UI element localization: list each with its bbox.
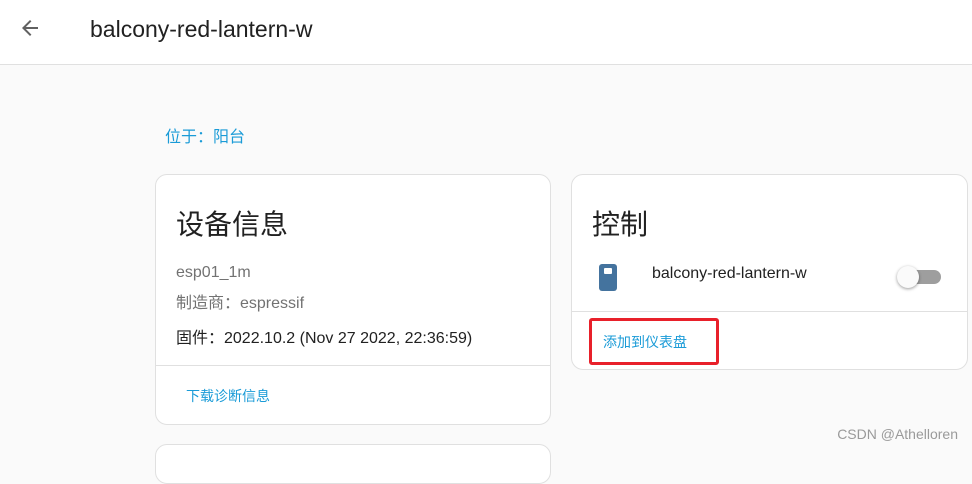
watermark: CSDN @Athelloren: [837, 426, 958, 442]
toggle-knob: [897, 266, 919, 288]
switch-device-icon: [596, 263, 620, 293]
controls-card: 控制 balcony-red-lantern-w 添加到仪表盘: [571, 174, 968, 370]
arrow-left-icon: [18, 16, 42, 45]
entity-name[interactable]: balcony-red-lantern-w: [652, 265, 807, 283]
card-divider: [156, 365, 550, 366]
controls-title: 控制: [592, 209, 649, 240]
page-title: balcony-red-lantern-w: [90, 16, 313, 42]
entity-toggle[interactable]: [897, 265, 941, 289]
additional-card: [155, 444, 551, 484]
device-model: esp01_1m: [176, 264, 251, 281]
area-link[interactable]: 位于：阳台: [165, 123, 245, 147]
top-app-bar: balcony-red-lantern-w: [0, 0, 972, 65]
device-info-title: 设备信息: [176, 209, 289, 240]
device-info-card: 设备信息 esp01_1m 制造商：espressif 固件：2022.10.2…: [155, 174, 551, 425]
card-divider: [572, 311, 967, 312]
device-manufacturer: 制造商：espressif: [176, 295, 305, 312]
add-to-dashboard-button[interactable]: 添加到仪表盘: [603, 332, 687, 352]
download-diagnostics-link[interactable]: 下载诊断信息: [186, 386, 270, 406]
device-firmware: 固件：2022.10.2 (Nov 27 2022, 22:36:59): [176, 330, 473, 347]
back-button[interactable]: [10, 10, 50, 50]
